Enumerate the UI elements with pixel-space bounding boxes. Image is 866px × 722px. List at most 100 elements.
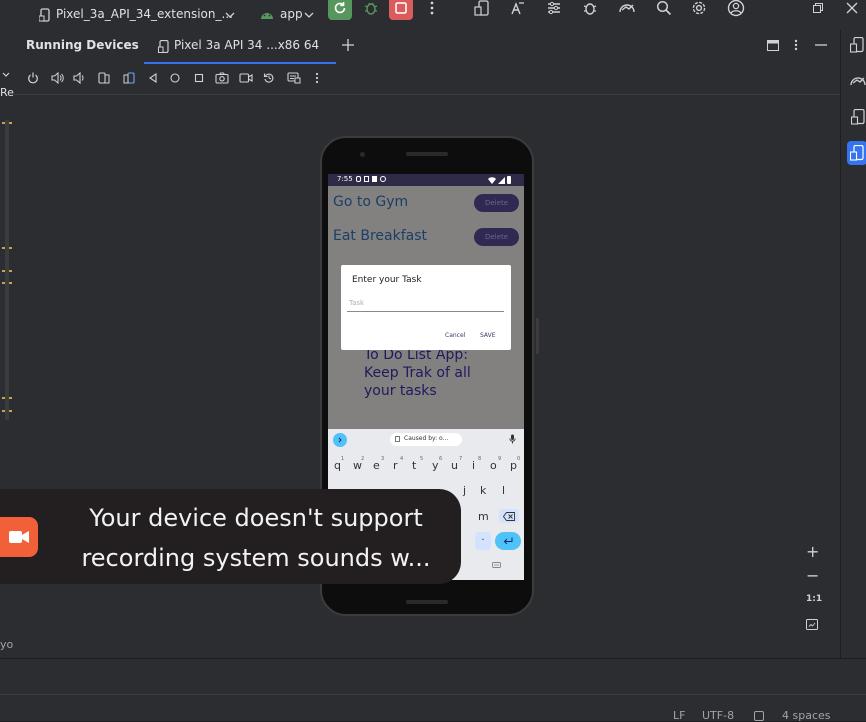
tab-device[interactable]: Pixel 3a API 34 ...x86 64 xyxy=(144,30,336,64)
keyboard-expand-icon[interactable] xyxy=(333,433,347,447)
volume-up-icon[interactable] xyxy=(50,71,64,85)
suggestion-text: Caused by: o... xyxy=(404,435,449,442)
line-separator[interactable]: LF xyxy=(673,709,685,722)
device-icon xyxy=(157,39,169,53)
back-icon[interactable] xyxy=(146,71,160,85)
phone-speaker-bottom xyxy=(406,600,448,604)
key-q[interactable]: q xyxy=(334,459,341,472)
battery-icon xyxy=(507,176,511,184)
key-p[interactable]: p xyxy=(510,459,517,472)
chevron-down-icon[interactable] xyxy=(0,68,12,80)
add-tab-icon[interactable] xyxy=(340,37,356,53)
key-hint: 5 xyxy=(420,456,424,462)
wifi-icon xyxy=(488,176,496,184)
key-r[interactable]: r xyxy=(393,459,398,472)
cancel-button[interactable]: Cancel xyxy=(445,332,465,339)
keyboard-switch-icon[interactable] xyxy=(491,561,501,569)
left-panel-label: yo xyxy=(0,638,14,651)
left-panel-label: Re xyxy=(0,86,14,99)
debug-icon[interactable] xyxy=(362,0,380,18)
notification-icons xyxy=(356,176,388,184)
key-hint: 7 xyxy=(459,456,463,462)
toast-message: Your device doesn't support recording sy… xyxy=(66,498,446,578)
backspace-key[interactable] xyxy=(499,509,519,523)
phone-speaker xyxy=(406,152,448,156)
microphone-icon[interactable] xyxy=(507,433,517,445)
task-input-placeholder: Task xyxy=(349,299,365,307)
window-layout-icon[interactable] xyxy=(766,38,780,52)
key-hint: 3 xyxy=(381,456,385,462)
file-encoding[interactable]: UTF-8 xyxy=(702,709,734,722)
enter-key[interactable] xyxy=(495,532,521,550)
chevron-down-icon[interactable] xyxy=(224,9,236,21)
screen-record-icon[interactable] xyxy=(238,71,254,85)
clipboard-icon xyxy=(395,436,400,442)
more-options-icon[interactable] xyxy=(790,37,802,53)
key-i[interactable]: i xyxy=(472,459,475,472)
device-icon xyxy=(38,7,52,23)
clipboard-suggestion[interactable]: Caused by: o... xyxy=(390,433,462,446)
fit-screen-icon[interactable] xyxy=(805,617,819,631)
vcs-changes-icon[interactable] xyxy=(545,0,563,18)
key-j[interactable]: j xyxy=(463,484,466,497)
zoom-out-button[interactable]: − xyxy=(806,566,819,585)
android-app-icon xyxy=(259,6,275,22)
run-config-selector[interactable]: app xyxy=(280,7,303,21)
device-manager-icon[interactable] xyxy=(849,36,865,54)
actual-size-button[interactable]: 1:1 xyxy=(806,594,822,604)
key-o[interactable]: o xyxy=(490,459,497,472)
app-description-line: Keep Trak of all xyxy=(364,365,471,381)
task-input[interactable]: Task xyxy=(347,297,504,312)
zoom-in-button[interactable]: + xyxy=(806,542,819,561)
period-key[interactable]: . xyxy=(475,532,491,550)
translate-icon[interactable] xyxy=(508,0,526,18)
close-window-icon[interactable] xyxy=(842,0,862,18)
device-selector[interactable]: Pixel_3a_API_34_extension_... xyxy=(56,7,233,21)
key-hint: 6 xyxy=(439,456,443,462)
key-m[interactable]: m xyxy=(478,510,489,523)
delete-button[interactable]: Delete xyxy=(474,194,519,212)
indent-setting[interactable]: 4 spaces xyxy=(782,709,831,722)
key-hint: 8 xyxy=(478,456,482,462)
account-icon[interactable] xyxy=(726,0,746,18)
notification-icon xyxy=(372,176,377,182)
key-l[interactable]: l xyxy=(502,484,505,497)
key-e[interactable]: e xyxy=(373,459,380,472)
key-u[interactable]: u xyxy=(451,459,458,472)
phone-side-button[interactable] xyxy=(536,318,539,354)
chevron-down-icon[interactable] xyxy=(303,9,315,21)
volume-down-icon[interactable] xyxy=(72,71,86,85)
video-camera-icon xyxy=(0,517,38,557)
restore-window-icon[interactable] xyxy=(810,0,826,18)
more-actions-icon[interactable] xyxy=(424,0,440,18)
rotate-left-icon[interactable] xyxy=(97,71,111,85)
gear-icon[interactable] xyxy=(690,0,708,18)
power-icon[interactable] xyxy=(26,71,40,85)
screenshot-icon[interactable] xyxy=(214,71,230,85)
key-hint: 9 xyxy=(498,456,502,462)
rotate-right-icon[interactable] xyxy=(122,71,136,85)
running-devices-icon[interactable] xyxy=(847,141,866,165)
delete-button[interactable]: Delete xyxy=(474,228,519,246)
key-t[interactable]: t xyxy=(412,459,416,472)
extended-controls-icon[interactable] xyxy=(286,71,302,85)
more-options-icon[interactable] xyxy=(311,71,323,85)
overview-icon[interactable] xyxy=(192,71,206,85)
rerun-button[interactable] xyxy=(328,0,352,20)
key-y[interactable]: y xyxy=(432,459,439,472)
key-k[interactable]: k xyxy=(480,484,486,497)
app-inspection-icon[interactable] xyxy=(849,72,866,90)
profiler-icon[interactable] xyxy=(617,0,637,18)
search-icon[interactable] xyxy=(655,0,673,18)
save-button[interactable]: SAVE xyxy=(480,332,496,339)
stop-button[interactable] xyxy=(389,0,413,20)
minimize-icon[interactable] xyxy=(814,37,828,53)
key-hint: 1 xyxy=(341,456,345,462)
key-hint: 0 xyxy=(517,456,521,462)
device-explorer-icon[interactable] xyxy=(849,108,866,126)
snapshot-icon[interactable] xyxy=(262,71,276,85)
bug-report-icon[interactable] xyxy=(581,0,599,18)
home-icon[interactable] xyxy=(168,71,182,85)
scrollbar[interactable] xyxy=(5,120,9,420)
device-manager-icon[interactable] xyxy=(473,0,491,18)
